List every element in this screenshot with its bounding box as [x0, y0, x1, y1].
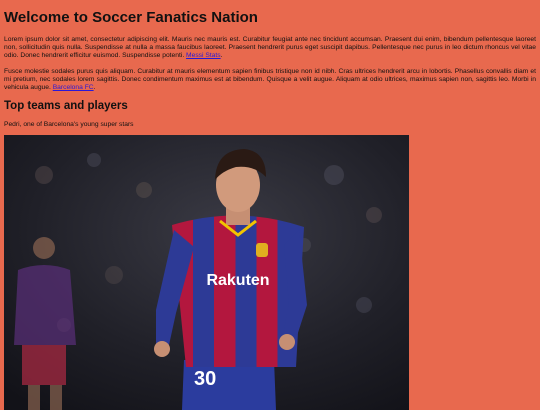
player-photo-illustration: Rakuten 30 [4, 135, 409, 410]
shirt-number: 30 [194, 368, 216, 390]
player-photo: Rakuten 30 [4, 135, 409, 410]
messi-stats-link[interactable]: Messi Stats [186, 52, 221, 59]
club-crest-icon [256, 243, 268, 257]
intro-paragraph: Lorem ipsum dolor sit amet, consectetur … [4, 36, 536, 60]
barcelona-fc-link[interactable]: Barcelona FC [53, 84, 94, 91]
shirt-sponsor: Rakuten [206, 272, 269, 289]
intro-text: Lorem ipsum dolor sit amet, consectetur … [4, 36, 536, 59]
intro-period: . [220, 52, 223, 59]
second-paragraph: Fusce molestie sodales purus quis aliqua… [4, 68, 536, 92]
page-title: Welcome to Soccer Fanatics Nation [4, 9, 258, 26]
section-heading: Top teams and players [4, 100, 128, 112]
page: Welcome to Soccer Fanatics Nation Lorem … [0, 0, 540, 410]
second-period: . [93, 84, 96, 91]
photo-caption: Pedri, one of Barcelona's young super st… [4, 121, 134, 128]
